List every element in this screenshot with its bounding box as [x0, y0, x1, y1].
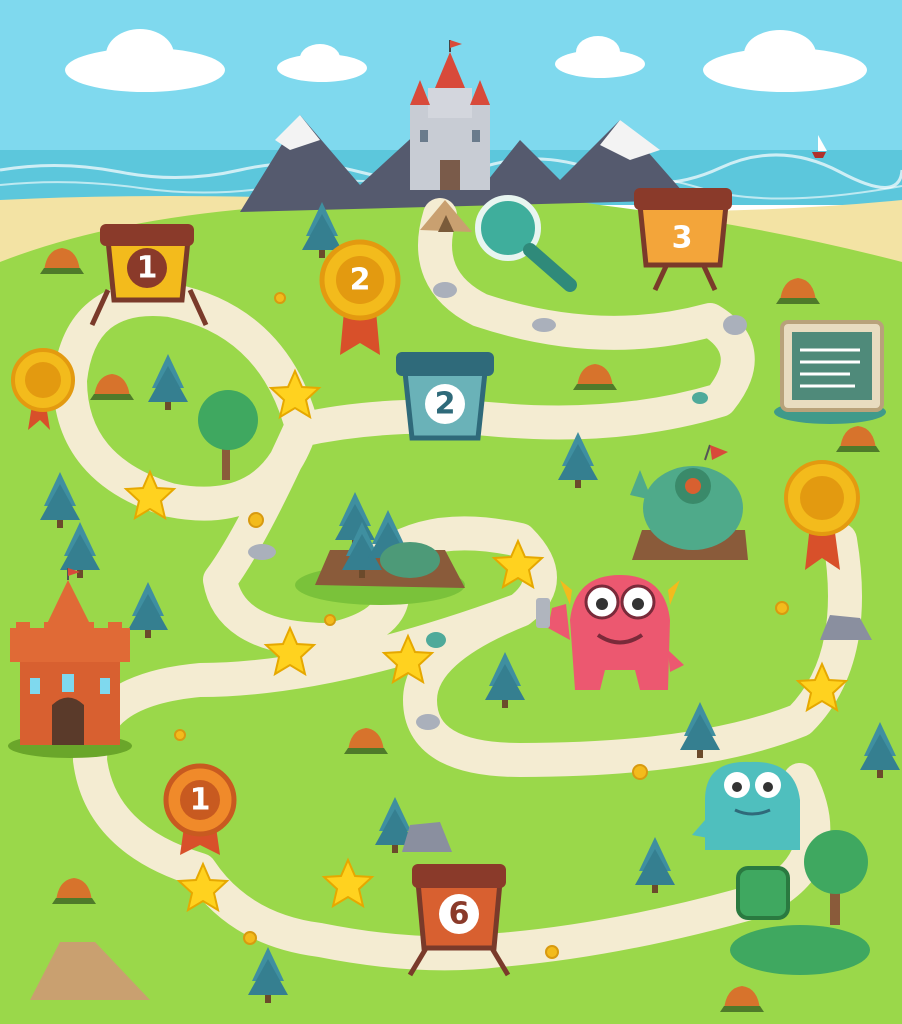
game-map: 1 2 3 2 1 6 — [0, 0, 902, 1024]
level-2-chest[interactable]: 2 — [396, 352, 494, 441]
level-label: 1 — [137, 251, 158, 286]
quest-sign-icon[interactable] — [774, 320, 886, 424]
level-label: 2 — [435, 387, 456, 422]
level-label: 2 — [350, 263, 371, 298]
level-label: 6 — [449, 897, 470, 932]
level-label: 1 — [190, 783, 211, 818]
level-label: 3 — [672, 221, 693, 256]
